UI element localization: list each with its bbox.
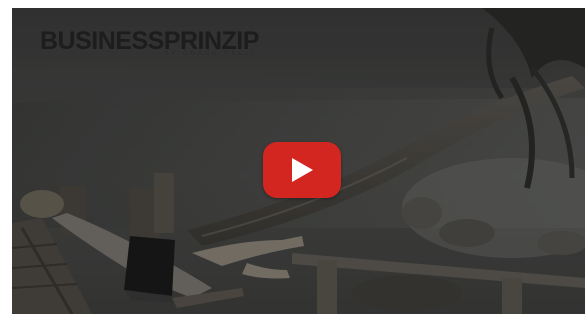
brand-logo: BUSINESSPRINZIP BY COACH CECIL [40,28,259,57]
play-button[interactable] [263,142,341,198]
play-icon [292,158,313,182]
video-player[interactable]: BUSINESSPRINZIP BY COACH CECIL [12,8,585,314]
